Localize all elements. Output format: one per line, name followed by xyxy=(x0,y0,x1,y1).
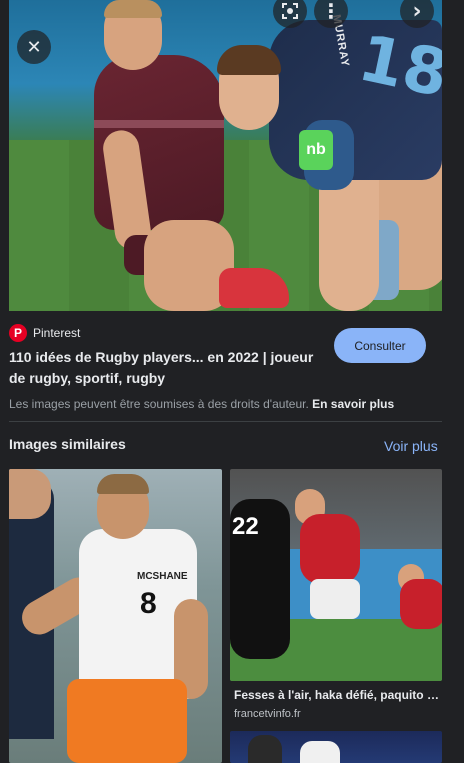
close-icon: ✕ xyxy=(26,36,42,58)
source-name: Pinterest xyxy=(33,326,81,340)
player-red-jersey xyxy=(400,579,442,629)
learn-more-link[interactable]: En savoir plus xyxy=(312,397,394,411)
similar-image-3[interactable] xyxy=(230,731,442,763)
player-hair xyxy=(104,0,162,18)
sponsor-badge: nb xyxy=(299,130,333,170)
player-helmet xyxy=(248,735,282,763)
main-image[interactable]: MURRAY 18 nb xyxy=(9,0,442,311)
similar-image-2[interactable]: 22 xyxy=(230,469,442,681)
more-vert-icon: ⋮ xyxy=(321,0,341,23)
source-row[interactable]: P Pinterest xyxy=(9,324,80,342)
close-button[interactable]: ✕ xyxy=(17,30,51,64)
divider xyxy=(9,421,442,422)
lens-icon xyxy=(282,3,298,19)
copyright-notice: Les images peuvent être soumises à des d… xyxy=(9,397,394,411)
chevron-right-icon: › xyxy=(412,0,422,24)
copyright-text: Les images peuvent être soumises à des d… xyxy=(9,397,309,411)
player-blue-jersey: MURRAY 18 nb xyxy=(209,10,442,311)
similar-image-2-title[interactable]: Fesses à l'air, haka défié, paquito fr..… xyxy=(234,688,442,702)
jersey-number: 8 xyxy=(140,587,157,620)
player-hair xyxy=(97,474,149,494)
jersey-number: 22 xyxy=(232,513,259,540)
orange-shorts xyxy=(67,679,187,763)
see-more-link[interactable]: Voir plus xyxy=(384,438,438,454)
visit-button[interactable]: Consulter xyxy=(334,328,426,363)
player-helmet xyxy=(300,741,340,763)
result-title[interactable]: 110 idées de Rugby players... en 2022 | … xyxy=(9,347,321,389)
jersey-name: MCSHANE xyxy=(137,571,188,582)
player-head xyxy=(9,469,51,519)
similar-image-1[interactable]: MCSHANE 8 xyxy=(9,469,222,763)
jersey-stripe xyxy=(94,120,224,128)
similar-images-heading: Images similaires xyxy=(9,436,126,452)
player-hair xyxy=(217,45,281,75)
similar-image-2-source: francetvinfo.fr xyxy=(234,708,301,720)
player-red-jersey xyxy=(300,514,360,584)
pinterest-icon: P xyxy=(9,324,27,342)
player-shorts xyxy=(310,579,360,619)
